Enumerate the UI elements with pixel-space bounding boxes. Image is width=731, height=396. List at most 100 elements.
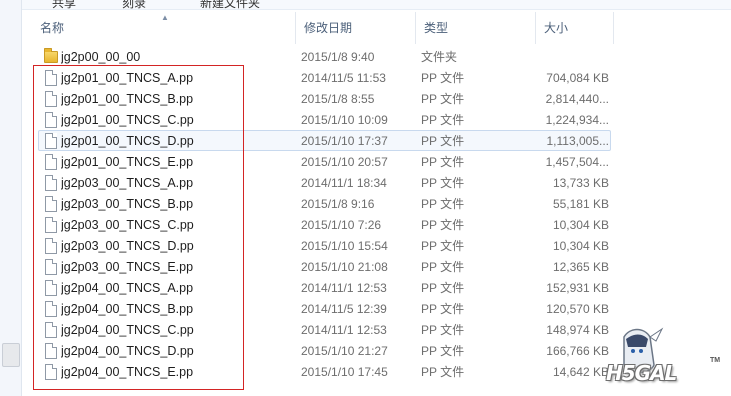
file-icon (45, 364, 57, 380)
file-name: jg2p03_00_TNCS_D.pp (61, 239, 194, 253)
file-row[interactable]: jg2p03_00_TNCS_C.pp 2015/1/10 7:26 PP 文件 10… (38, 214, 611, 235)
file-name: jg2p03_00_TNCS_C.pp (61, 218, 194, 232)
file-icon (45, 154, 57, 170)
file-type: PP 文件 (421, 176, 465, 190)
file-name: jg2p03_00_TNCS_A.pp (61, 176, 194, 190)
file-row[interactable]: jg2p01_00_TNCS_B.pp 2015/1/8 8:55 PP 文件 2,8… (38, 88, 611, 109)
watermark-logo: H5GAL TM (600, 325, 730, 390)
file-type: PP 文件 (421, 92, 465, 106)
file-size: 2,814,440... (545, 92, 609, 106)
file-name: jg2p04_00_TNCS_C.pp (61, 323, 194, 337)
file-modified-date: 2014/11/5 12:39 (301, 302, 387, 316)
navigation-pane (0, 0, 22, 396)
file-modified-date: 2014/11/1 18:34 (301, 176, 387, 190)
column-header-size[interactable]: 大小 (536, 12, 614, 44)
file-size: 55,181 KB (552, 197, 609, 211)
file-name: jg2p03_00_TNCS_B.pp (61, 197, 194, 211)
file-row[interactable]: jg2p04_00_TNCS_B.pp 2014/11/5 12:39 PP 文件 1… (38, 298, 611, 319)
file-type: PP 文件 (421, 302, 465, 316)
file-modified-date: 2014/11/5 11:53 (301, 71, 386, 85)
file-icon (45, 322, 57, 338)
file-icon (45, 238, 57, 254)
file-icon (45, 259, 57, 275)
file-modified-date: 2015/1/10 20:57 (301, 155, 388, 169)
file-type: PP 文件 (421, 134, 465, 148)
folder-row[interactable]: jg2p00_00_00 2015/1/8 9:40 文件夹 (38, 46, 611, 67)
file-size: 120,570 KB (546, 302, 609, 316)
file-size: 10,304 KB (552, 239, 609, 253)
watermark-trademark: TM (710, 357, 721, 364)
file-modified-date: 2015/1/10 17:37 (301, 134, 388, 148)
file-size: 166,766 KB (546, 344, 609, 358)
file-size: 13,733 KB (552, 176, 609, 190)
file-icon (45, 112, 57, 128)
file-size: 704,084 KB (546, 71, 609, 85)
watermark-text: H5GAL (606, 361, 677, 385)
file-name: jg2p04_00_TNCS_E.pp (61, 365, 194, 379)
file-row[interactable]: jg2p04_00_TNCS_D.pp 2015/1/10 21:27 PP 文件 1… (38, 340, 611, 361)
file-size: 1,224,934... (545, 113, 609, 127)
file-size: 1,113,005... (546, 134, 610, 148)
column-header-name[interactable]: 名称 (32, 12, 296, 44)
file-name: jg2p01_00_TNCS_A.pp (61, 71, 194, 85)
file-name: jg2p01_00_TNCS_B.pp (61, 92, 194, 106)
file-size: 12,365 KB (552, 260, 609, 274)
file-icon (45, 70, 57, 86)
file-row[interactable]: jg2p03_00_TNCS_E.pp 2015/1/10 21:08 PP 文件 1… (38, 256, 611, 277)
file-row[interactable]: jg2p04_00_TNCS_C.pp 2014/11/1 12:53 PP 文件 1… (38, 319, 611, 340)
column-header-type[interactable]: 类型 (416, 12, 536, 44)
file-type: PP 文件 (421, 71, 465, 85)
file-name: jg2p03_00_TNCS_E.pp (61, 260, 194, 274)
column-header: ▲ 名称 修改日期 类型 大小 (22, 12, 731, 44)
file-size: 14,642 KB (552, 365, 609, 379)
file-row[interactable]: jg2p03_00_TNCS_A.pp 2014/11/1 18:34 PP 文件 1… (38, 172, 611, 193)
file-row[interactable]: jg2p01_00_TNCS_D.pp 2015/1/10 17:37 PP 文件 1… (38, 130, 611, 151)
file-icon (45, 343, 57, 359)
file-row[interactable]: jg2p03_00_TNCS_B.pp 2015/1/8 9:16 PP 文件 55,… (38, 193, 611, 214)
file-type: PP 文件 (421, 239, 465, 253)
file-size (541, 47, 609, 66)
file-icon (45, 133, 57, 149)
file-modified-date: 2015/1/10 7:26 (301, 218, 382, 232)
file-type: PP 文件 (421, 155, 465, 169)
file-row[interactable]: jg2p04_00_TNCS_A.pp 2014/11/1 12:53 PP 文件 1… (38, 277, 611, 298)
file-modified-date: 2015/1/10 17:45 (301, 365, 388, 379)
file-modified-date: 2015/1/8 9:40 (301, 50, 375, 64)
file-type: PP 文件 (421, 218, 465, 232)
file-name: jg2p04_00_TNCS_A.pp (61, 281, 194, 295)
file-modified-date: 2015/1/10 21:08 (301, 260, 388, 274)
folder-icon (44, 48, 58, 63)
file-size: 10,304 KB (552, 218, 609, 232)
column-header-date[interactable]: 修改日期 (296, 12, 416, 44)
file-row[interactable]: jg2p01_00_TNCS_E.pp 2015/1/10 20:57 PP 文件 1… (38, 151, 611, 172)
share-button[interactable]: 共享 (52, 0, 76, 9)
burn-button[interactable]: 刻录 (122, 0, 146, 9)
file-modified-date: 2015/1/8 9:16 (301, 197, 375, 211)
file-type: PP 文件 (421, 281, 465, 295)
file-name: jg2p04_00_TNCS_B.pp (61, 302, 194, 316)
file-name: jg2p01_00_TNCS_D.pp (61, 134, 194, 148)
navigation-scrollbar[interactable] (2, 343, 20, 367)
file-type: 文件夹 (421, 50, 458, 64)
mascot-icon (623, 327, 664, 374)
file-name: jg2p01_00_TNCS_E.pp (61, 155, 194, 169)
file-row[interactable]: jg2p04_00_TNCS_E.pp 2015/1/10 17:45 PP 文件 1… (38, 361, 611, 382)
file-modified-date: 2014/11/1 12:53 (301, 323, 387, 337)
file-row[interactable]: jg2p01_00_TNCS_C.pp 2015/1/10 10:09 PP 文件 1… (38, 109, 611, 130)
file-icon (45, 280, 57, 296)
file-type: PP 文件 (421, 323, 465, 337)
file-type: PP 文件 (421, 260, 465, 274)
file-type: PP 文件 (421, 365, 465, 379)
file-modified-date: 2015/1/10 21:27 (301, 344, 388, 358)
new-folder-button[interactable]: 新建文件夹 (200, 0, 260, 9)
file-icon (45, 91, 57, 107)
file-modified-date: 2015/1/10 10:09 (301, 113, 388, 127)
file-name: jg2p01_00_TNCS_C.pp (61, 113, 194, 127)
file-icon (45, 196, 57, 212)
file-size: 152,931 KB (546, 281, 609, 295)
file-row[interactable]: jg2p03_00_TNCS_D.pp 2015/1/10 15:54 PP 文件 1… (38, 235, 611, 256)
file-row[interactable]: jg2p01_00_TNCS_A.pp 2014/11/5 11:53 PP 文件 7… (38, 67, 611, 88)
file-name: jg2p04_00_TNCS_D.pp (61, 344, 194, 358)
file-modified-date: 2015/1/10 15:54 (301, 239, 388, 253)
file-type: PP 文件 (421, 197, 465, 211)
